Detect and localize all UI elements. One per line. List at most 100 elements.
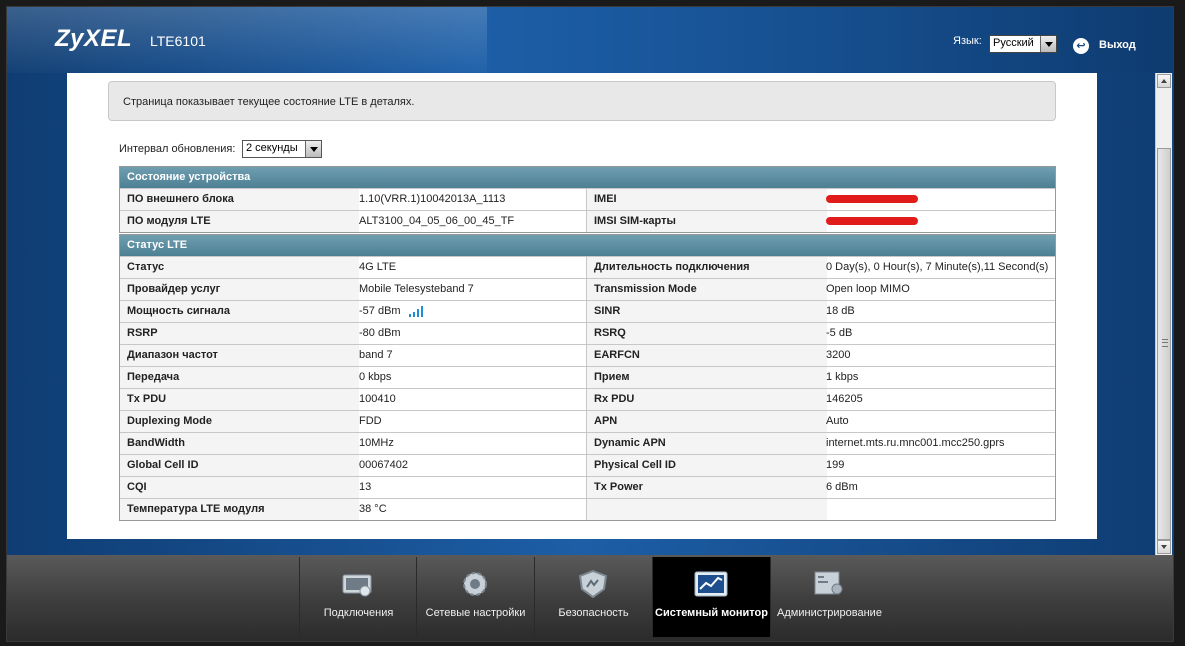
table-row: ПО внешнего блока 1.10(VRR.1)10042013A_11… — [120, 188, 1055, 210]
row-label: Длительность подключения — [586, 257, 827, 278]
row-value: internet.mts.ru.mnc001.mcc250.gprs — [826, 433, 1055, 454]
value-text: 1.10(VRR.1)10042013A_1113 — [359, 193, 506, 205]
row-label: Мощность сигнала — [120, 301, 359, 322]
value-text: 13 — [359, 481, 372, 493]
vertical-scrollbar[interactable] — [1155, 73, 1172, 555]
table-row: Duplexing Mode FDD APN Auto — [120, 410, 1055, 432]
table-row: Передача 0 kbps Прием 1 kbps — [120, 366, 1055, 388]
page-description: Страница показывает текущее состояние LT… — [123, 96, 415, 108]
brand-logo: ZyXEL — [55, 25, 133, 52]
table-row: ПО модуля LTE ALT3100_04_05_06_00_45_TF IM… — [120, 210, 1055, 232]
chevron-down-icon[interactable] — [1040, 36, 1056, 52]
row-value: 00067402 — [359, 455, 585, 476]
admin-icon — [812, 569, 846, 599]
refresh-interval-select[interactable]: 2 секунды — [242, 140, 322, 158]
value-text: 0 kbps — [359, 371, 392, 383]
scroll-up-icon[interactable] — [1157, 74, 1171, 88]
table-row: Tx PDU 100410 Rx PDU 146205 — [120, 388, 1055, 410]
row-value: 38 °C — [359, 499, 585, 520]
nav-label: Администрирование — [777, 607, 882, 619]
nav-label: Подключения — [323, 607, 394, 619]
value-text: ALT3100_04_05_06_00_45_TF — [359, 215, 515, 227]
redaction-mark — [826, 217, 918, 225]
row-value: 18 dB — [826, 301, 1055, 322]
row-label: Rx PDU — [586, 389, 827, 410]
value-text: 6 dBm — [826, 481, 858, 493]
row-label: IMSI SIM-карты — [586, 211, 827, 232]
row-label: Температура LTE модуля — [120, 499, 359, 520]
language-select[interactable]: Русский — [989, 35, 1057, 53]
logout-link[interactable]: Выход — [1099, 39, 1136, 51]
value-text: 199 — [826, 459, 845, 471]
row-value: Open loop MIMO — [826, 279, 1055, 300]
bottom-nav: Подключения Сетевые настройки Безопасность… — [7, 555, 1173, 641]
value-text: 00067402 — [359, 459, 408, 471]
value-text: 18 dB — [826, 305, 855, 317]
connection-icon — [341, 569, 375, 599]
row-label: Dynamic APN — [586, 433, 827, 454]
value-text: 0 Day(s), 0 Hour(s), 7 Minute(s),11 Seco… — [826, 261, 1049, 273]
row-label: RSRQ — [586, 323, 827, 344]
row-label: Global Cell ID — [120, 455, 359, 476]
value-text: Open loop MIMO — [826, 283, 910, 295]
row-label: APN — [586, 411, 827, 432]
value-text: -80 dBm — [359, 327, 401, 339]
refresh-interval-label: Интервал обновления: — [119, 143, 236, 155]
table-row: Global Cell ID 00067402 Physical Cell ID 19… — [120, 454, 1055, 476]
signal-strength-icon — [408, 305, 423, 317]
row-label: Physical Cell ID — [586, 455, 827, 476]
app-frame: ZyXEL LTE6101 Язык: Русский ↩ Выход Стра… — [6, 6, 1174, 642]
row-value: 100410 — [359, 389, 585, 410]
scroll-down-icon[interactable] — [1157, 540, 1171, 554]
monitor-chart-icon — [694, 569, 728, 599]
value-text: 1 kbps — [826, 371, 859, 383]
row-label: Прием — [586, 367, 827, 388]
row-value: Mobile Telesysteband 7 — [359, 279, 585, 300]
row-value: 3200 — [826, 345, 1055, 366]
nav-item[interactable]: Сетевые настройки — [416, 557, 534, 637]
row-value: 13 — [359, 477, 585, 498]
value-text: band 7 — [359, 349, 393, 361]
nav-item[interactable]: Системный монитор — [652, 557, 770, 637]
nav-item[interactable]: Администрирование — [770, 557, 888, 637]
nav-item[interactable]: Безопасность — [534, 557, 652, 637]
row-value: -5 dB — [826, 323, 1055, 344]
logout-icon[interactable]: ↩ — [1073, 38, 1089, 54]
row-value: 1.10(VRR.1)10042013A_1113 — [359, 189, 585, 210]
row-value: Auto — [826, 411, 1055, 432]
table-row: CQI 13 Tx Power 6 dBm — [120, 476, 1055, 498]
main-panel: Страница показывает текущее состояние LT… — [67, 73, 1097, 539]
row-value: 199 — [826, 455, 1055, 476]
row-label: Передача — [120, 367, 359, 388]
redaction-mark — [826, 195, 918, 203]
value-text: 10MHz — [359, 437, 394, 449]
table-row: Статус 4G LTE Длительность подключения 0 Da… — [120, 256, 1055, 278]
row-value: 6 dBm — [826, 477, 1055, 498]
device-status-table: Состояние устройства ПО внешнего блока 1.… — [119, 166, 1056, 233]
row-label: CQI — [120, 477, 359, 498]
value-text: 146205 — [826, 393, 863, 405]
table-header: Состояние устройства — [120, 167, 1055, 188]
chevron-down-icon[interactable] — [305, 141, 321, 157]
row-value — [826, 211, 1055, 232]
gear-icon — [458, 569, 492, 599]
table-row: Диапазон частот band 7 EARFCN 3200 — [120, 344, 1055, 366]
value-text: 4G LTE — [359, 261, 397, 273]
row-label: EARFCN — [586, 345, 827, 366]
nav-label: Системный монитор — [655, 607, 768, 619]
scroll-thumb[interactable] — [1157, 148, 1171, 540]
refresh-interval-value: 2 секунды — [246, 142, 298, 154]
row-value: band 7 — [359, 345, 585, 366]
row-value — [826, 189, 1055, 210]
row-value: -80 dBm — [359, 323, 585, 344]
nav-label: Безопасность — [558, 607, 629, 619]
row-value: 10MHz — [359, 433, 585, 454]
row-label: Tx PDU — [120, 389, 359, 410]
table-header: Статус LTE — [120, 235, 1055, 256]
table-row: Провайдер услуг Mobile Telesysteband 7 Tra… — [120, 278, 1055, 300]
row-value — [826, 499, 1055, 520]
shield-icon — [576, 569, 610, 599]
row-value: ALT3100_04_05_06_00_45_TF — [359, 211, 585, 232]
nav-item[interactable]: Подключения — [299, 557, 417, 637]
row-label: IMEI — [586, 189, 827, 210]
